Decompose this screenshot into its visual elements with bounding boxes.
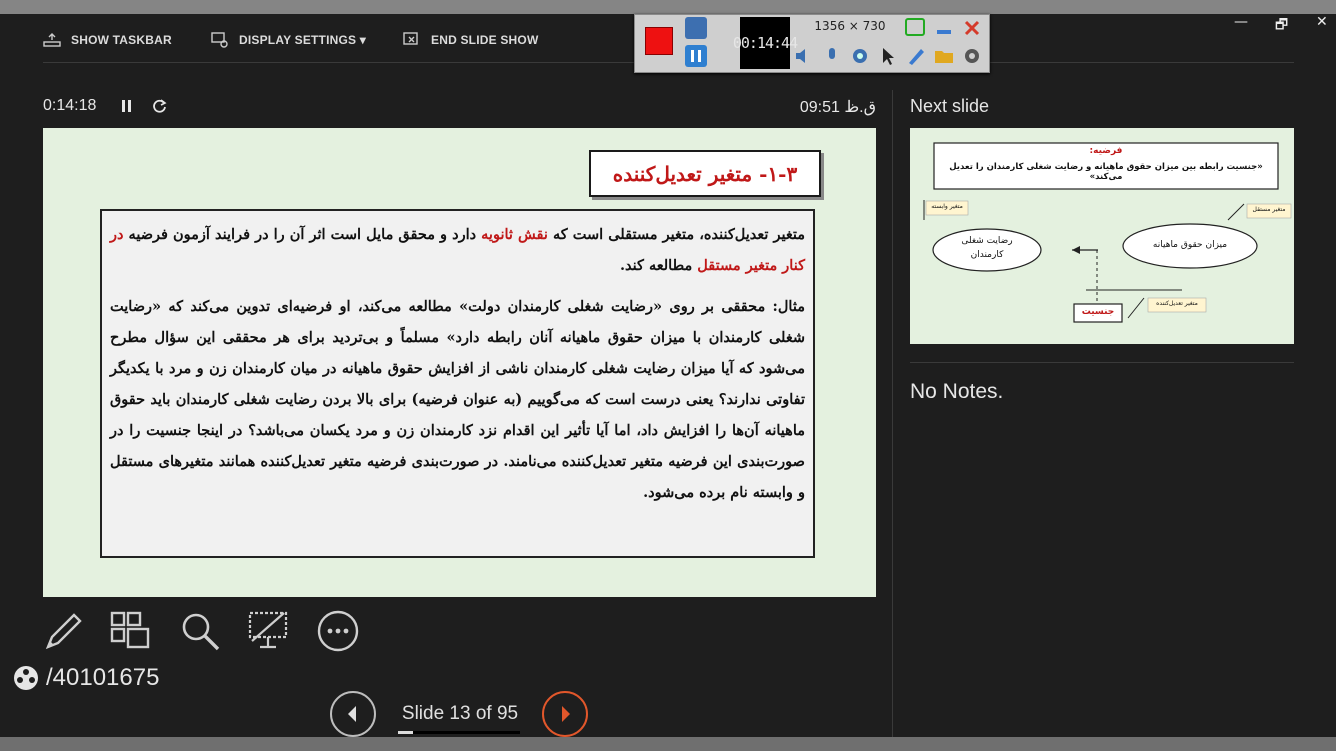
slide-body: متغیر تعدیل‌کننده، متغیر مستقلی است که ن… <box>100 209 815 558</box>
more-options-icon[interactable] <box>316 609 360 653</box>
para1-text-a: متغیر تعدیل‌کننده، متغیر مستقلی است که <box>547 226 805 243</box>
show-taskbar-button[interactable]: SHOW TASKBAR <box>43 32 172 48</box>
next-slide-hyp-title: فرضیه: <box>1089 146 1123 156</box>
para1-text-e: مطالعه کند. <box>619 257 698 274</box>
black-screen-icon[interactable] <box>246 609 290 653</box>
slides-grid-icon[interactable] <box>108 609 152 653</box>
definition-paragraph: متغیر تعدیل‌کننده، متغیر مستقلی است که ن… <box>110 219 805 281</box>
close-window-button[interactable]: ✕ <box>1316 14 1328 30</box>
microphone-icon[interactable] <box>821 45 843 67</box>
close-recorder-icon[interactable] <box>961 18 983 40</box>
slide-title: ۱-۳- متغیر تعدیل‌کننده <box>589 150 821 197</box>
current-slide[interactable]: ۱-۳- متغیر تعدیل‌کننده متغیر تعدیل‌کننده… <box>43 128 876 597</box>
speaker-notes[interactable]: No Notes. <box>910 380 1003 404</box>
example-paragraph: مثال: محققی بر روی «رضایت شغلی کارمندان … <box>110 298 805 501</box>
next-slide-dep-node: رضایت شغلی کارمندان <box>961 236 1013 260</box>
end-slide-show-label: END SLIDE SHOW <box>431 33 539 47</box>
pen-tool-icon[interactable] <box>42 609 86 653</box>
speaker-icon[interactable] <box>793 45 815 67</box>
slide-counter[interactable]: Slide 13 of 95 <box>390 703 530 725</box>
record-stop-button[interactable] <box>645 27 673 55</box>
chevron-left-icon <box>348 706 356 722</box>
film-reel-icon <box>14 666 38 690</box>
reset-timer-icon[interactable] <box>152 98 168 118</box>
minimize-glyph: — <box>1234 14 1248 30</box>
restore-glyph: 🗗 <box>1275 17 1289 33</box>
recording-resolution: 1356 × 730 <box>814 19 886 33</box>
next-slide-mod-tag: متغیر تعدیل‌کننده <box>1156 300 1198 307</box>
camera-icon[interactable] <box>685 17 707 39</box>
end-slide-show-button[interactable]: END SLIDE SHOW <box>403 32 538 48</box>
pause-timer-icon[interactable] <box>120 98 134 118</box>
slide-title-text: ۱-۳- متغیر تعدیل‌کننده <box>612 161 798 186</box>
para1-text-c: دارد و محقق مایل است اثر آن را در فرایند… <box>123 226 482 243</box>
next-slide-dep-tag: متغیر وابسته <box>931 203 963 210</box>
next-slide-thumbnail[interactable]: فرضیه: «جنسیت رابطه بین میزان حقوق ماهیا… <box>910 128 1294 344</box>
chevron-right-icon <box>562 706 570 722</box>
para1-highlight-secondary-role: نقش ثانویه <box>481 226 548 243</box>
display-settings-button[interactable]: DISPLAY SETTINGS ▾ <box>211 32 366 48</box>
next-slide-indep-tag: متغیر مستقل <box>1252 206 1286 213</box>
minimize-recorder-icon[interactable] <box>933 18 955 40</box>
recording-timer: 00:14:44 <box>733 17 798 69</box>
cursor-icon[interactable] <box>877 45 899 67</box>
current-clock: 09:51 ق.ظ <box>799 99 876 116</box>
restore-window-button[interactable]: 🗗 <box>1275 14 1288 38</box>
screen-recorder-widget: 00:14:44 1356 × 730 <box>634 14 990 73</box>
previous-slide-button[interactable] <box>330 691 376 737</box>
minimize-window-button[interactable]: — <box>1234 14 1248 30</box>
slide-progress-fill <box>398 731 413 734</box>
show-taskbar-label: SHOW TASKBAR <box>71 33 172 47</box>
webcam-icon[interactable] <box>849 45 871 67</box>
watermark: /40101675 <box>12 664 159 692</box>
next-slide-mod-node: جنسیت <box>1081 307 1115 317</box>
close-glyph: ✕ <box>1316 14 1328 30</box>
notes-divider <box>910 362 1294 363</box>
next-slide-button[interactable] <box>542 691 588 737</box>
region-icon[interactable] <box>905 18 925 36</box>
slide-progress-track <box>398 731 520 734</box>
folder-icon[interactable] <box>933 45 955 67</box>
settings-gear-icon[interactable] <box>961 45 983 67</box>
taskbar-icon <box>43 33 61 47</box>
panel-divider <box>892 90 893 740</box>
display-settings-label: DISPLAY SETTINGS ▾ <box>239 33 366 47</box>
next-slide-hyp-text: «جنسیت رابطه بین میزان حقوق ماهیانه و رض… <box>949 162 1263 182</box>
elapsed-time: 0:14:18 <box>43 97 97 114</box>
watermark-text: /40101675 <box>46 664 160 691</box>
end-show-icon <box>403 32 418 45</box>
pause-record-icon[interactable] <box>685 45 707 67</box>
display-settings-icon <box>211 32 228 48</box>
next-slide-indep-node: میزان حقوق ماهیانه <box>1152 240 1228 250</box>
zoom-icon[interactable] <box>178 609 222 653</box>
draw-icon[interactable] <box>905 45 927 67</box>
bottom-strip <box>0 737 1336 751</box>
top-strip <box>0 0 1336 14</box>
next-slide-label: Next slide <box>910 96 990 116</box>
